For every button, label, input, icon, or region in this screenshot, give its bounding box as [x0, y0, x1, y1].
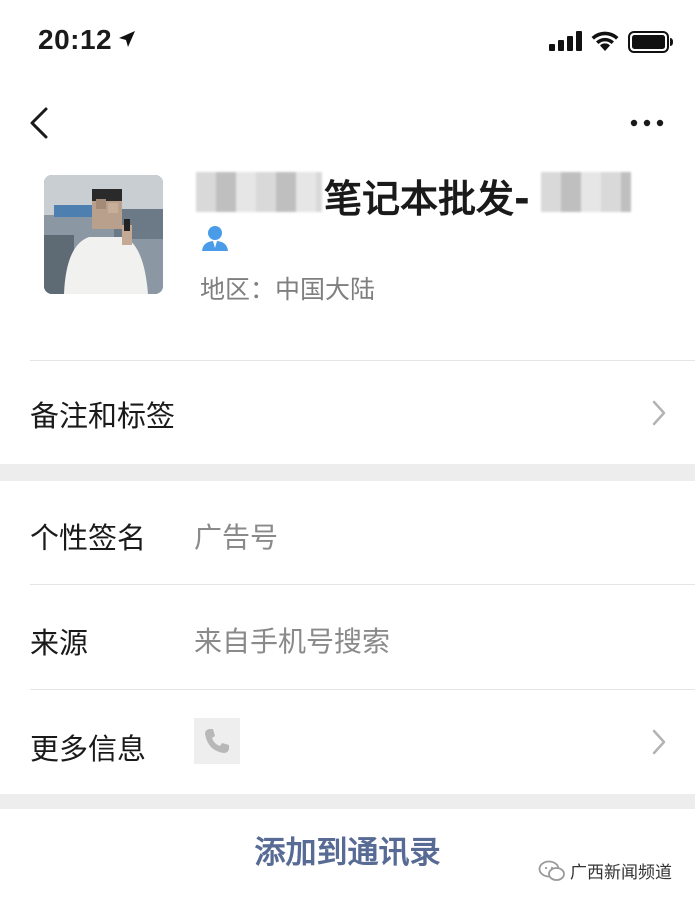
location-arrow-icon — [119, 31, 135, 47]
phone-icon — [205, 729, 229, 753]
remarks-and-tags-row[interactable]: 备注和标签 — [0, 361, 695, 464]
status-bar: 20:12 — [0, 0, 695, 88]
signature-value: 广告号 — [194, 521, 279, 554]
signal-icon — [549, 31, 582, 51]
section-gap — [0, 794, 695, 809]
source-value: 来自手机号搜索 — [194, 625, 391, 658]
signature-row: 个性签名 广告号 — [0, 481, 695, 584]
watermark-text: 广西新闻频道 — [570, 863, 672, 883]
nav-bar — [0, 95, 695, 151]
redacted-name-prefix — [196, 172, 322, 212]
source-row: 来源 来自手机号搜索 — [0, 585, 695, 689]
source-label: 来源 — [30, 626, 89, 660]
more-info-label: 更多信息 — [30, 732, 147, 766]
wifi-icon — [591, 31, 619, 51]
add-to-contacts-button[interactable]: 添加到通讯录 — [0, 809, 695, 902]
profile-header: 笔记本批发- 地区：中国大陆 — [0, 160, 695, 360]
chevron-right-icon — [652, 729, 666, 755]
avatar[interactable] — [44, 175, 163, 294]
chevron-right-icon — [652, 400, 666, 426]
contact-name-text: 笔记本批发- — [324, 177, 530, 221]
back-button[interactable] — [24, 103, 58, 143]
status-time: 20:12 — [38, 24, 113, 55]
phone-tile — [194, 718, 240, 764]
wechat-logo-icon — [538, 860, 565, 881]
signature-label: 个性签名 — [30, 521, 147, 555]
avatar-photo — [44, 175, 163, 294]
ellipsis-icon — [630, 119, 664, 127]
chevron-left-icon — [30, 107, 48, 139]
person-icon — [202, 226, 228, 251]
battery-icon — [628, 31, 673, 53]
remarks-and-tags-label: 备注和标签 — [30, 399, 176, 433]
more-button[interactable] — [628, 113, 668, 133]
redacted-name-suffix — [541, 172, 631, 212]
more-info-row[interactable]: 更多信息 — [0, 690, 695, 794]
section-gap — [0, 464, 695, 481]
region-label: 地区：中国大陆 — [200, 275, 376, 304]
